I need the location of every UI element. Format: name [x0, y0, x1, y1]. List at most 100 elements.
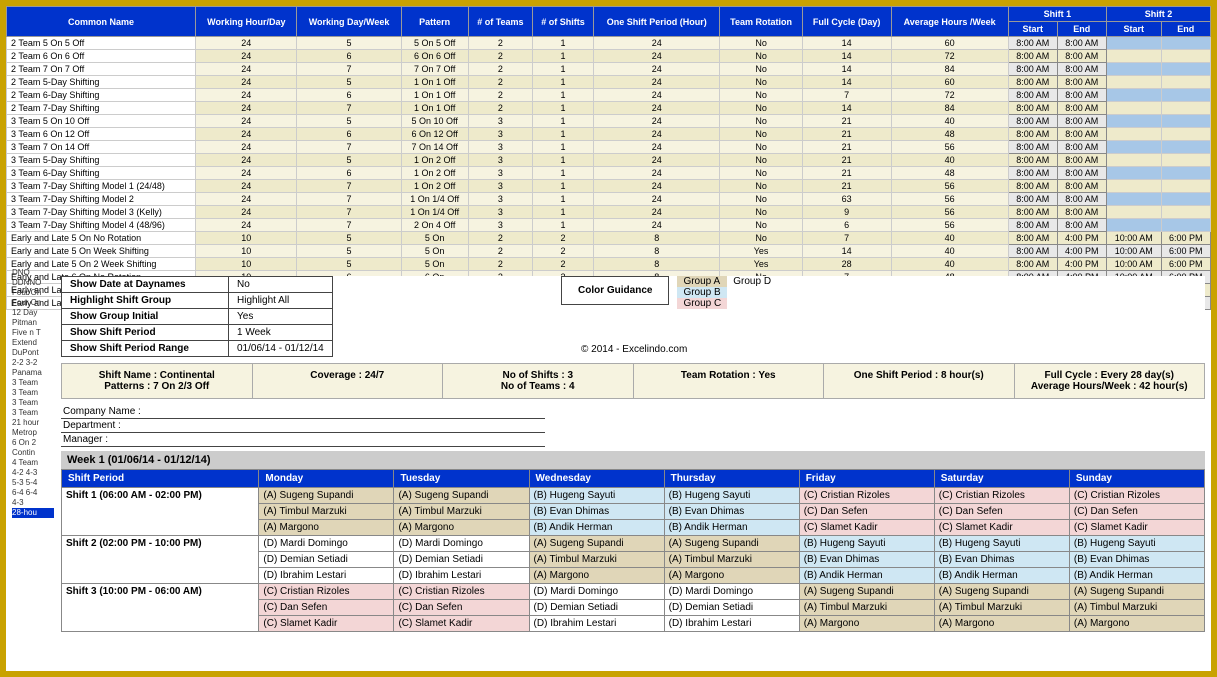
cell[interactable]: 8:00 AM	[1057, 193, 1106, 206]
cell[interactable]: 8:00 AM	[1057, 219, 1106, 232]
schedule-cell[interactable]: (A) Sugeng Supandi	[529, 536, 664, 552]
company-field[interactable]: Manager :	[61, 433, 545, 447]
cell[interactable]: 2	[468, 89, 532, 102]
cell[interactable]: 8:00 AM	[1008, 193, 1057, 206]
setting-value[interactable]: Yes	[229, 309, 333, 325]
cell[interactable]: 8:00 AM	[1057, 63, 1106, 76]
cell[interactable]: 4:00 PM	[1057, 232, 1106, 245]
cell[interactable]: 10	[196, 232, 297, 245]
cell[interactable]: 8:00 AM	[1057, 76, 1106, 89]
schedule-cell[interactable]: (C) Dan Sefen	[394, 600, 529, 616]
cell[interactable]	[1106, 154, 1161, 167]
cell[interactable]: 6 On 6 Off	[401, 50, 468, 63]
cell[interactable]: 24	[196, 219, 297, 232]
cell[interactable]: 56	[891, 180, 1008, 193]
cell[interactable]: 24	[593, 89, 720, 102]
cell[interactable]: 5	[297, 37, 401, 50]
schedule-cell[interactable]: (C) Dan Sefen	[1069, 504, 1204, 520]
sched-header[interactable]: Thursday	[664, 470, 799, 488]
sched-header[interactable]: Friday	[799, 470, 934, 488]
cell[interactable]: 8:00 AM	[1008, 232, 1057, 245]
side-list-item[interactable]: 3 Team	[12, 388, 54, 398]
side-list-item[interactable]: Panama	[12, 368, 54, 378]
cell[interactable]: 6:00 PM	[1161, 245, 1210, 258]
cell[interactable]: 6	[297, 128, 401, 141]
cell[interactable]: 8:00 AM	[1057, 89, 1106, 102]
cell[interactable]: 2 On 4 Off	[401, 219, 468, 232]
cell[interactable]	[1106, 219, 1161, 232]
cell[interactable]: 21	[802, 128, 891, 141]
cell[interactable]	[1106, 167, 1161, 180]
schedule-cell[interactable]: (D) Demian Setiadi	[259, 552, 394, 568]
side-list-item[interactable]: 5-3 5-4	[12, 478, 54, 488]
cell[interactable]: 1	[533, 115, 594, 128]
cell[interactable]: 8:00 AM	[1057, 141, 1106, 154]
setting-value[interactable]: Highlight All	[229, 293, 333, 309]
cell[interactable]	[1161, 154, 1210, 167]
cell[interactable]: 24	[593, 128, 720, 141]
cell[interactable]: 8	[593, 232, 720, 245]
cell[interactable]: 6 On 12 Off	[401, 128, 468, 141]
cell[interactable]	[1161, 167, 1210, 180]
cell[interactable]: 8:00 AM	[1008, 76, 1057, 89]
cell[interactable]: 24	[196, 180, 297, 193]
cell[interactable]: 8:00 AM	[1008, 128, 1057, 141]
schedule-cell[interactable]: (A) Timbul Marzuki	[529, 552, 664, 568]
cell[interactable]: 56	[891, 141, 1008, 154]
cell[interactable]: 28	[802, 258, 891, 271]
table-row[interactable]: Early and Late 5 On 2 Week Shifting1055 …	[7, 258, 1211, 271]
cell[interactable]: 2	[468, 37, 532, 50]
cell[interactable]: 3 Team 7-Day Shifting Model 1 (24/48)	[7, 180, 196, 193]
cell[interactable]: 3	[468, 180, 532, 193]
cell[interactable]: 21	[802, 154, 891, 167]
table-row[interactable]: 2 Team 7 On 7 Off2477 On 7 Off2124No1484…	[7, 63, 1211, 76]
side-list-item[interactable]: Four On	[12, 298, 54, 308]
cell[interactable]: 24	[196, 76, 297, 89]
cell[interactable]: 1 On 2 Off	[401, 154, 468, 167]
cell[interactable]: 8:00 AM	[1008, 141, 1057, 154]
side-list-item[interactable]: 2-2 3-2	[12, 358, 54, 368]
col-whd[interactable]: Working Hour/Day	[196, 7, 297, 37]
table-row[interactable]: 3 Team 7-Day Shifting Model 1 (24/48)247…	[7, 180, 1211, 193]
schedule-cell[interactable]: (A) Sugeng Supandi	[394, 488, 529, 504]
cell[interactable]: 10	[196, 258, 297, 271]
cell[interactable]: Early and Late 5 On No Rotation	[7, 232, 196, 245]
cell[interactable]: 2 Team 5 On 5 Off	[7, 37, 196, 50]
cell[interactable]: 8:00 AM	[1008, 219, 1057, 232]
side-list-item[interactable]: 4-2 4-3	[12, 468, 54, 478]
cell[interactable]: 1	[533, 128, 594, 141]
cell[interactable]: 2	[468, 50, 532, 63]
cell[interactable]: 24	[593, 180, 720, 193]
cell[interactable]: 14	[802, 245, 891, 258]
cell[interactable]: 2 Team 6-Day Shifting	[7, 89, 196, 102]
cell[interactable]: 24	[593, 37, 720, 50]
cell[interactable]	[1106, 37, 1161, 50]
cell[interactable]: 24	[196, 89, 297, 102]
cell[interactable]: 48	[891, 128, 1008, 141]
cell[interactable]	[1106, 141, 1161, 154]
cell[interactable]: 48	[891, 167, 1008, 180]
cell[interactable]: 7	[297, 141, 401, 154]
sched-header[interactable]: Wednesday	[529, 470, 664, 488]
schedule-cell[interactable]: (C) Dan Sefen	[934, 504, 1069, 520]
cell[interactable]: 1	[533, 180, 594, 193]
cell[interactable]: 14	[802, 63, 891, 76]
cell[interactable]: 14	[802, 102, 891, 115]
cell[interactable]: 6	[802, 219, 891, 232]
side-list-item[interactable]: 4 Team	[12, 458, 54, 468]
cell[interactable]: 2	[533, 232, 594, 245]
company-field[interactable]: Company Name :	[61, 405, 545, 419]
cell[interactable]	[1106, 180, 1161, 193]
cell[interactable]: 7	[802, 232, 891, 245]
cell[interactable]: 5 On 5 Off	[401, 37, 468, 50]
cell[interactable]: 1 On 1 Off	[401, 76, 468, 89]
schedule-cell[interactable]: (C) Slamet Kadir	[934, 520, 1069, 536]
table-row[interactable]: Early and Late 5 On Week Shifting1055 On…	[7, 245, 1211, 258]
schedule-cell[interactable]: (B) Andik Herman	[1069, 568, 1204, 584]
cell[interactable]: 8:00 AM	[1008, 89, 1057, 102]
col-common-name[interactable]: Common Name	[7, 7, 196, 37]
cell[interactable]: No	[720, 232, 802, 245]
cell[interactable]: 2	[468, 245, 532, 258]
side-list-item[interactable]: 12 Day	[12, 308, 54, 318]
schedule-cell[interactable]: (B) Evan Dhimas	[934, 552, 1069, 568]
